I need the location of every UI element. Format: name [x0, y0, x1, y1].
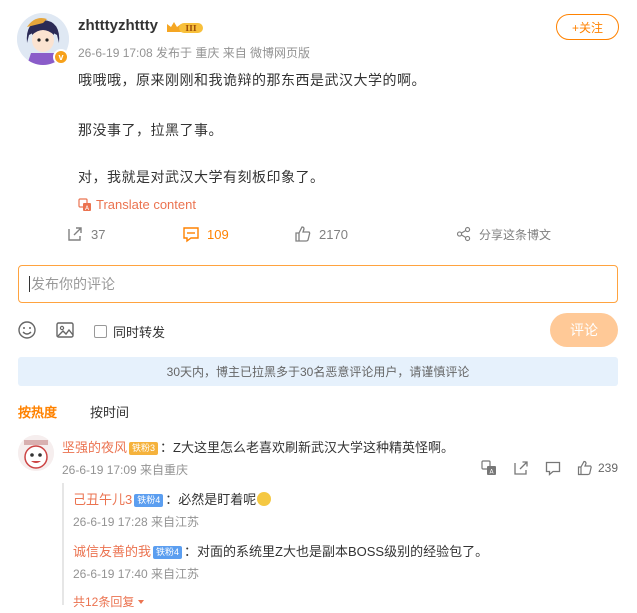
- repost-comment-icon[interactable]: [513, 460, 529, 476]
- more-replies-link[interactable]: 共12条回复: [73, 593, 146, 610]
- post-paragraph: 对，我就是对武汉大学有刻板印象了。: [78, 169, 325, 185]
- repost-count: 37: [91, 226, 106, 242]
- comment-like-count: 239: [598, 461, 619, 475]
- checkbox-box[interactable]: [94, 325, 107, 338]
- vip-crown-icon[interactable]: III: [165, 19, 205, 35]
- fan-badge: 铁粉3: [129, 442, 159, 455]
- replier-name[interactable]: 己丑午儿3: [73, 492, 132, 507]
- repost-checkbox-label: 同时转发: [113, 325, 166, 340]
- comment-time: 26-6-19 17:09 来自重庆: [62, 463, 189, 477]
- reply-thread-line: [62, 483, 64, 605]
- fan-badge: 铁粉4: [153, 546, 183, 559]
- comment-button[interactable]: 109: [182, 224, 229, 244]
- more-replies-label: 共12条回复: [73, 595, 135, 609]
- post-paragraph: 那没事了，拉黑了事。: [78, 122, 223, 138]
- like-comment-icon[interactable]: [577, 460, 593, 476]
- reply-line: 己丑午儿3 铁粉4 ：必然是盯着呢: [73, 489, 272, 508]
- follow-button[interactable]: +关注: [556, 14, 619, 40]
- comment-input-placeholder: 发布你的评论: [31, 276, 115, 292]
- post-meta: 26-6-19 17:08 发布于 重庆 来自 微博网页版: [78, 46, 311, 60]
- replier-name[interactable]: 诚信友善的我: [73, 544, 151, 559]
- chevron-down-icon: [138, 599, 145, 604]
- repost-button[interactable]: 37: [66, 224, 105, 244]
- commenter-avatar[interactable]: [18, 435, 54, 471]
- repost-icon: [68, 227, 82, 241]
- reply-text: ：对面的系统里Z大也是副本BOSS级别的经验包了。: [184, 544, 489, 559]
- comment-icon: [183, 227, 199, 243]
- vip-level-label: III: [185, 23, 196, 33]
- image-icon[interactable]: [55, 320, 75, 340]
- like-button[interactable]: 2170: [294, 224, 348, 244]
- verified-badge-icon: v: [53, 49, 69, 65]
- reply-line: 诚信友善的我 铁粉4 ：对面的系统里Z大也是副本BOSS级别的经验包了。: [73, 541, 488, 560]
- block-notice: 30天内，博主已拉黑多于30名恶意评论用户，请谨慎评论: [18, 357, 618, 386]
- thumbs-up-icon: [295, 226, 311, 242]
- translate-icon: A: [78, 197, 91, 212]
- fan-badge: 铁粉4: [134, 494, 164, 507]
- reply-comment-icon[interactable]: [545, 460, 561, 476]
- share-button[interactable]: 分享这条博文: [456, 224, 551, 244]
- text-cursor: [29, 276, 30, 292]
- reply-time: 26-6-19 17:28 来自江苏: [73, 515, 200, 529]
- translate-label: Translate content: [96, 197, 196, 212]
- share-label: 分享这条博文: [479, 227, 552, 242]
- post-paragraph: 哦哦哦，原来刚刚和我诡辩的那东西是武汉大学的啊。: [78, 72, 426, 88]
- tab-sort-by-time[interactable]: 按时间: [90, 402, 129, 421]
- emoji-thinking-icon: [257, 492, 272, 506]
- comment-text: ：Z大这里怎么老喜欢刷新武汉大学这种精英怪啊。: [160, 440, 454, 455]
- tab-sort-by-hot[interactable]: 按热度: [18, 402, 57, 421]
- comment-count: 109: [207, 226, 229, 242]
- emoji-icon[interactable]: [17, 320, 37, 340]
- author-username[interactable]: zhtttyzhttty: [78, 17, 158, 34]
- submit-comment-button[interactable]: 评论: [550, 313, 618, 347]
- comment-line: 坚强的夜风 铁粉3 ：Z大这里怎么老喜欢刷新武汉大学这种精英怪啊。: [62, 437, 454, 456]
- like-count: 2170: [319, 226, 348, 242]
- reply-time: 26-6-19 17:40 来自江苏: [73, 567, 200, 581]
- translate-link[interactable]: A Translate content: [78, 197, 196, 212]
- comment-input[interactable]: 发布你的评论: [18, 265, 618, 303]
- repost-checkbox[interactable]: 同时转发: [94, 322, 165, 341]
- reply-text: ：必然是盯着呢: [165, 492, 257, 507]
- commenter-name[interactable]: 坚强的夜风: [62, 440, 127, 455]
- translate-comment-icon[interactable]: A: [481, 460, 497, 476]
- share-icon: [456, 226, 471, 242]
